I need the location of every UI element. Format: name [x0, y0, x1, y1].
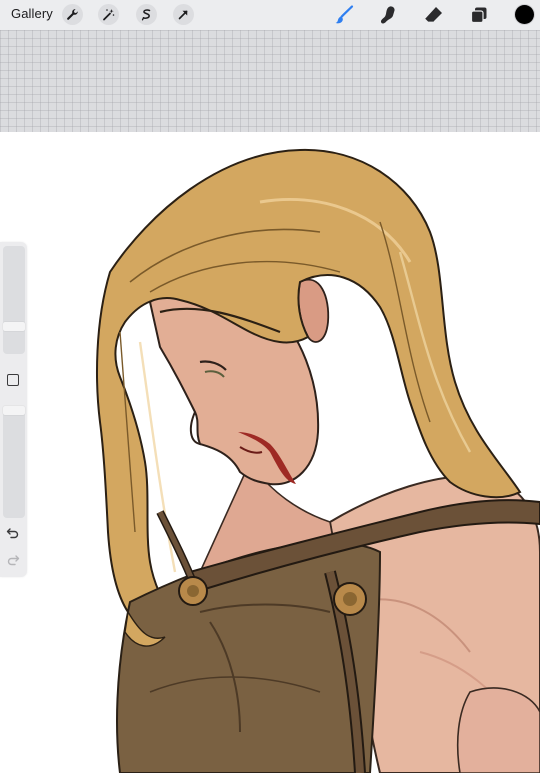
wrench-icon[interactable] — [62, 4, 83, 25]
redo-icon[interactable] — [6, 553, 20, 571]
gallery-button[interactable]: Gallery — [11, 6, 53, 21]
brush-size-handle[interactable] — [3, 322, 25, 331]
left-sidebar — [0, 242, 27, 577]
modify-square-icon[interactable] — [7, 374, 19, 386]
eraser-icon[interactable] — [421, 3, 445, 27]
selection-icon[interactable] — [136, 4, 157, 25]
workspace-background — [0, 30, 540, 132]
opacity-handle[interactable] — [3, 406, 25, 415]
magic-wand-icon[interactable] — [98, 4, 119, 25]
color-picker-button[interactable] — [515, 5, 534, 24]
drawing-canvas[interactable] — [0, 132, 540, 773]
top-toolbar: Gallery — [0, 0, 540, 30]
brush-icon[interactable] — [332, 3, 356, 27]
opacity-slider[interactable] — [3, 406, 25, 518]
transform-arrow-icon[interactable] — [173, 4, 194, 25]
brush-size-slider[interactable] — [3, 246, 25, 354]
layers-icon[interactable] — [467, 3, 491, 27]
undo-icon[interactable] — [6, 526, 20, 544]
artwork-illustration — [96, 148, 540, 773]
smudge-icon[interactable] — [376, 3, 400, 27]
